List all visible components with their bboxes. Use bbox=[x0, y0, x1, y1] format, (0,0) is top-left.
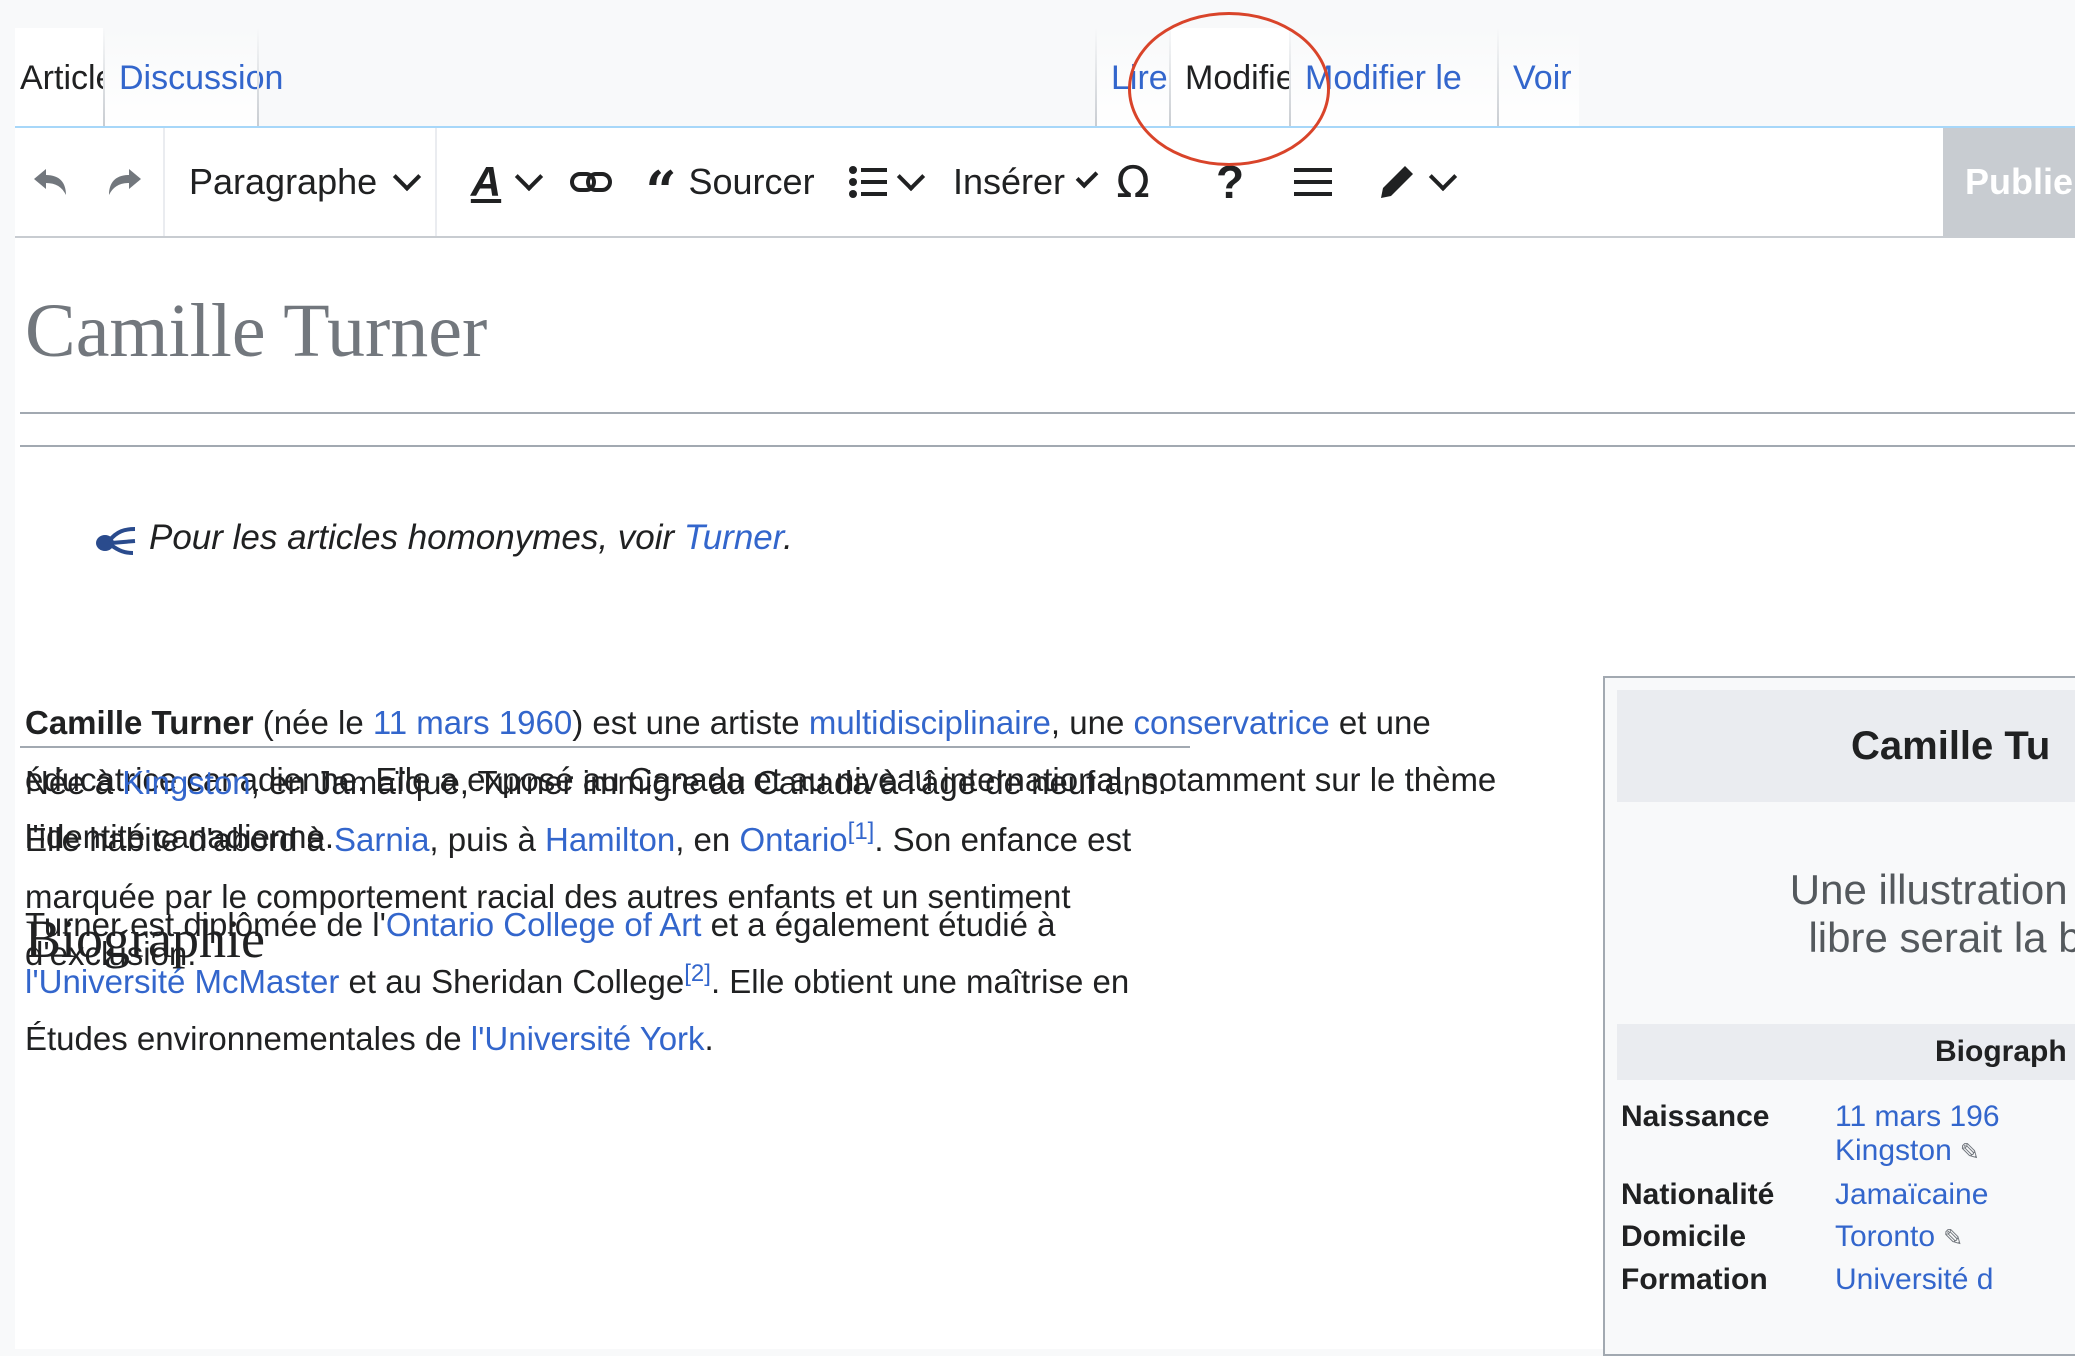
hatnote-divider bbox=[20, 445, 2075, 447]
turner-link[interactable]: Turner bbox=[684, 518, 783, 557]
chevron-down-icon bbox=[896, 162, 926, 192]
disambiguation-icon bbox=[96, 526, 136, 555]
kingston-link[interactable]: Kingston bbox=[122, 764, 250, 801]
annotation-circle bbox=[1128, 12, 1330, 166]
multidisciplinary-link[interactable]: multidisciplinaire bbox=[809, 704, 1051, 741]
cite-button[interactable]: “ Sourcer bbox=[645, 128, 815, 236]
chevron-down-icon bbox=[1075, 165, 1099, 189]
tab-bar: Article Discussion Lire Modifier Modifie… bbox=[15, 0, 2075, 197]
chevron-down-icon bbox=[392, 162, 422, 192]
paragraph-format-dropdown[interactable]: Paragraphe bbox=[165, 128, 435, 236]
infobox-label-birth: Naissance bbox=[1621, 1100, 1770, 1133]
infobox-value-birth-place: Kingston ✎ bbox=[1835, 1134, 1980, 1168]
infobox-kingston-link[interactable]: Kingston bbox=[1835, 1134, 1952, 1167]
publish-button[interactable]: Publie bbox=[1943, 128, 2075, 236]
redo-button[interactable] bbox=[90, 128, 160, 236]
infobox-value-residence: Toronto ✎ bbox=[1835, 1220, 1963, 1254]
hamilton-link[interactable]: Hamilton bbox=[545, 821, 675, 858]
chevron-down-icon bbox=[1428, 162, 1458, 192]
york-link[interactable]: York bbox=[640, 1020, 705, 1057]
tab-article[interactable]: Article bbox=[15, 28, 114, 128]
infobox-toronto-link[interactable]: Toronto bbox=[1835, 1220, 1935, 1253]
page-title[interactable]: Camille Turner bbox=[25, 288, 487, 375]
infobox-label-education: Formation bbox=[1621, 1263, 1768, 1296]
biography-divider bbox=[20, 746, 1190, 748]
infobox-label-nationality: Nationalité bbox=[1621, 1178, 1775, 1211]
content-area: Camille Turner Pour les articles homonym… bbox=[15, 238, 2075, 1356]
pencil-icon bbox=[1381, 166, 1413, 198]
link-button[interactable] bbox=[563, 128, 619, 236]
text-style-button[interactable]: A bbox=[455, 128, 555, 236]
menu-icon bbox=[1294, 168, 1332, 196]
list-button[interactable] bbox=[840, 128, 930, 236]
ontario-link[interactable]: Ontario bbox=[739, 821, 847, 858]
reference-1-link[interactable]: [1] bbox=[848, 818, 875, 845]
special-characters-button[interactable]: Ω bbox=[1108, 128, 1158, 236]
biography-paragraph-2[interactable]: Turner est diplômée de l'Ontario College… bbox=[25, 896, 1200, 1067]
undo-icon bbox=[34, 169, 66, 195]
edit-pencil-icon[interactable]: ✎ bbox=[1960, 1139, 1980, 1166]
insert-dropdown[interactable]: Insérer bbox=[953, 128, 1099, 236]
editor-toolbar: Paragraphe A “ Sourcer Insérer Ω ? Publi… bbox=[15, 128, 2075, 238]
chevron-down-icon bbox=[515, 162, 544, 192]
infobox-value-nationality[interactable]: Jamaïcaine bbox=[1835, 1178, 1988, 1212]
tab-history[interactable]: Voir l bbox=[1499, 28, 1579, 197]
undo-button[interactable] bbox=[15, 128, 85, 236]
infobox-title: Camille Tu bbox=[1617, 690, 2075, 802]
text-style-icon: A bbox=[470, 158, 502, 205]
york-university-link[interactable]: l'Université bbox=[471, 1020, 631, 1057]
curator-link[interactable]: conservatrice bbox=[1134, 704, 1330, 741]
sarnia-link[interactable]: Sarnia bbox=[334, 821, 429, 858]
infobox-value-education[interactable]: Université d bbox=[1835, 1263, 1993, 1297]
edit-pencil-icon[interactable]: ✎ bbox=[1943, 1225, 1963, 1252]
quote-icon: “ bbox=[645, 159, 677, 223]
mcmaster-link[interactable]: l'Université McMaster bbox=[25, 963, 339, 1000]
hatnote[interactable]: Pour les articles homonymes, voir Turner… bbox=[95, 518, 793, 558]
birth-date-link[interactable]: 11 mars 1960 bbox=[373, 704, 572, 741]
redo-icon bbox=[109, 169, 141, 195]
infobox-image-placeholder: Une illustration s libre serait la b bbox=[1789, 866, 2075, 961]
omega-icon: Ω bbox=[1116, 156, 1150, 208]
infobox-section-header: Biograph bbox=[1617, 1024, 2075, 1080]
infobox-value-birth-date[interactable]: 11 mars 196 bbox=[1835, 1100, 2000, 1134]
tab-discussion[interactable]: Discussion bbox=[105, 28, 283, 128]
ontario-college-of-art-link[interactable]: Ontario College of Art bbox=[386, 906, 702, 943]
reference-2-link[interactable]: [2] bbox=[684, 960, 711, 987]
edit-mode-button[interactable] bbox=[1370, 128, 1460, 236]
link-icon bbox=[570, 172, 612, 192]
list-icon bbox=[849, 166, 887, 198]
title-divider bbox=[20, 412, 2075, 414]
infobox-label-residence: Domicile bbox=[1621, 1220, 1747, 1253]
infobox[interactable]: Camille Tu Une illustration s libre sera… bbox=[1603, 676, 2075, 1356]
